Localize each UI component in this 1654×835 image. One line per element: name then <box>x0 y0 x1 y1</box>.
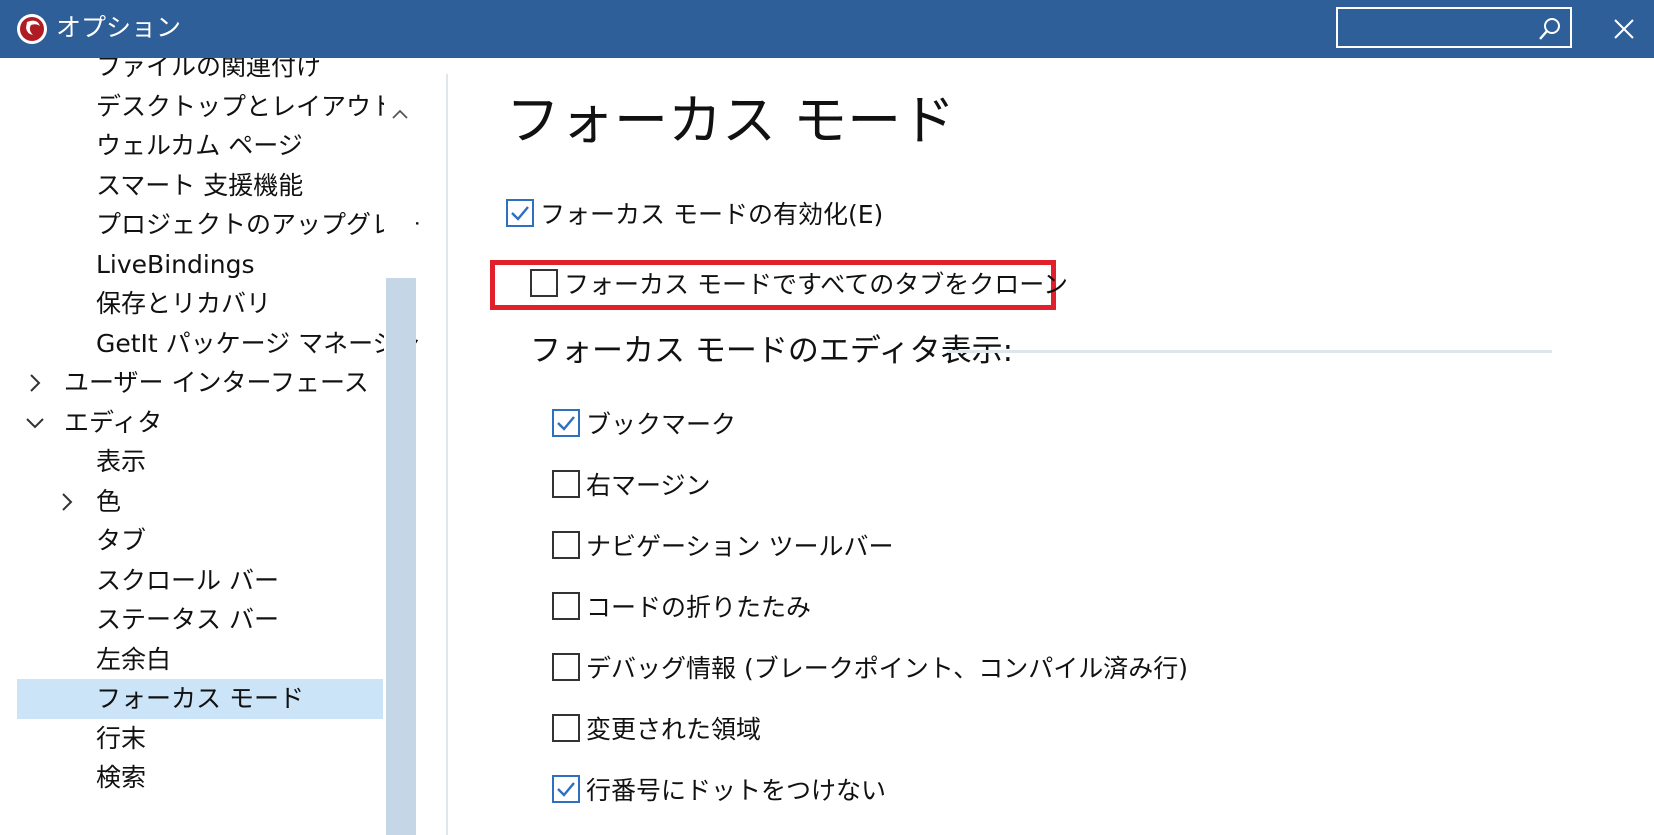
tree-item-label: スマート 支援機能 <box>96 170 304 200</box>
tree-item-label: 色 <box>96 486 122 516</box>
title-bar: オプション <box>0 0 1654 58</box>
search-input[interactable] <box>1342 12 1522 43</box>
tree-item-label: 表示 <box>96 447 147 476</box>
close-button[interactable] <box>1594 4 1654 54</box>
tree-item[interactable]: 行末 <box>0 719 380 759</box>
editor-option-checkbox[interactable] <box>552 714 580 742</box>
chevron-down-icon[interactable] <box>24 412 46 434</box>
scroll-thumb[interactable] <box>386 278 416 835</box>
tree-item[interactable]: デスクトップとレイアウト <box>0 87 396 127</box>
editor-option-label: デバッグ情報 (ブレークポイント、コンパイル済み行) <box>586 654 1188 683</box>
window-title: オプション <box>56 13 182 42</box>
clone-all-tabs-checkbox[interactable] <box>530 269 558 297</box>
chevron-right-icon[interactable] <box>56 491 78 513</box>
page-title: フォーカス モード <box>506 89 956 152</box>
tree-item-label: ウェルカム ページ <box>96 131 303 160</box>
editor-option[interactable]: ブックマーク <box>552 404 736 442</box>
editor-option-label: 行番号にドットをつけない <box>586 776 887 805</box>
editor-option-label: 変更された領域 <box>586 715 762 744</box>
editor-option-checkbox[interactable] <box>552 653 580 681</box>
panel-divider <box>446 74 448 835</box>
editor-option[interactable]: デバッグ情報 (ブレークポイント、コンパイル済み行) <box>552 648 1188 686</box>
tree-item[interactable]: フォーカス モード <box>17 679 383 719</box>
tree-item-label: 行末 <box>96 723 147 753</box>
app-logo-icon <box>17 14 47 44</box>
tree-item[interactable]: 検索 <box>0 758 380 798</box>
tree-scrollbar[interactable] <box>384 98 416 835</box>
editor-option[interactable]: 右マージン <box>552 465 711 503</box>
tree-item[interactable]: 左余白 <box>0 640 380 680</box>
tree-item[interactable]: LiveBindings <box>0 245 380 285</box>
editor-option[interactable]: 変更された領域 <box>552 709 761 747</box>
scroll-up-button[interactable] <box>384 98 416 130</box>
clone-all-tabs-label: フォーカス モードですべてのタブをクローン <box>564 270 1068 299</box>
checkmark-icon <box>511 206 529 221</box>
tree-item[interactable]: タブ <box>0 521 380 561</box>
tree-item-label: 左余白 <box>96 644 172 674</box>
close-icon <box>1614 19 1634 39</box>
clone-all-tabs-option[interactable]: フォーカス モードですべてのタブをクローン <box>530 264 1068 302</box>
tree-item[interactable]: プロジェクトのアップグレード <box>0 205 420 245</box>
editor-option[interactable]: ナビゲーション ツールバー <box>552 526 893 564</box>
search-box[interactable] <box>1336 7 1572 48</box>
enable-focus-mode-option[interactable]: フォーカス モードの有効化(E) <box>506 194 883 232</box>
tree-item-label: デスクトップとレイアウト <box>96 91 397 121</box>
checkmark-icon <box>557 416 575 431</box>
tree-item-label: ユーザー インターフェース <box>64 368 369 397</box>
tree-item[interactable]: スクロール バー <box>0 561 380 601</box>
tree-item-label: 検索 <box>96 763 147 792</box>
tree-item-label: ステータス バー <box>96 605 279 634</box>
tree-item[interactable]: ユーザー インターフェース <box>0 363 380 403</box>
tree-item-label: フォーカス モード <box>96 684 304 713</box>
tree-item-label: エディタ <box>64 407 163 437</box>
tree-item-label: LiveBindings <box>96 249 255 279</box>
tree-item-label: ファイルの関連付け <box>96 58 322 81</box>
editor-display-group-header: フォーカス モードのエディタ表示: <box>530 333 1014 369</box>
editor-option-checkbox[interactable] <box>552 409 580 437</box>
editor-option-label: ブックマーク <box>586 410 737 439</box>
editor-option-checkbox[interactable] <box>552 470 580 498</box>
tree-item[interactable]: ウェルカム ページ <box>0 126 380 166</box>
tree-item[interactable]: 色 <box>0 482 380 522</box>
editor-option-checkbox[interactable] <box>552 592 580 620</box>
tree-item[interactable]: 保存とリカバリ <box>0 284 380 324</box>
tree-item-label: タブ <box>96 526 147 555</box>
search-icon[interactable] <box>1536 15 1564 43</box>
editor-option-checkbox[interactable] <box>552 531 580 559</box>
enable-focus-mode-label: フォーカス モードの有効化(E) <box>540 200 884 229</box>
editor-option-label: ナビゲーション ツールバー <box>586 532 894 561</box>
group-divider <box>948 350 1552 353</box>
tree-item[interactable]: GetIt パッケージ マネージャ <box>0 324 420 364</box>
chevron-up-icon <box>392 109 408 119</box>
editor-option-checkbox[interactable] <box>552 775 580 803</box>
chevron-right-icon[interactable] <box>24 372 46 394</box>
tree-item[interactable]: ステータス バー <box>0 600 380 640</box>
tree-item[interactable]: 表示 <box>0 442 380 482</box>
tree-item-label: スクロール バー <box>96 565 279 595</box>
tree-item[interactable]: ファイルの関連付け <box>0 58 380 87</box>
tree-item[interactable]: スマート 支援機能 <box>0 166 380 206</box>
tree-item-label: GetIt パッケージ マネージャ <box>96 328 420 358</box>
checkmark-icon <box>557 782 575 797</box>
editor-option[interactable]: 行番号にドットをつけない <box>552 770 886 808</box>
editor-option-label: コードの折りたたみ <box>586 593 812 622</box>
enable-focus-mode-checkbox[interactable] <box>506 199 534 227</box>
tree-item-label: プロジェクトのアップグレード <box>96 210 420 239</box>
editor-option[interactable]: コードの折りたたみ <box>552 587 811 625</box>
options-tree: ファイルの関連付けデスクトップとレイアウト ウェルカム ページ スマート 支援機能プ… <box>0 58 420 835</box>
editor-option-label: 右マージン <box>586 471 711 500</box>
tree-item-label: 保存とリカバリ <box>96 289 272 318</box>
tree-item[interactable]: エディタ <box>0 403 380 443</box>
